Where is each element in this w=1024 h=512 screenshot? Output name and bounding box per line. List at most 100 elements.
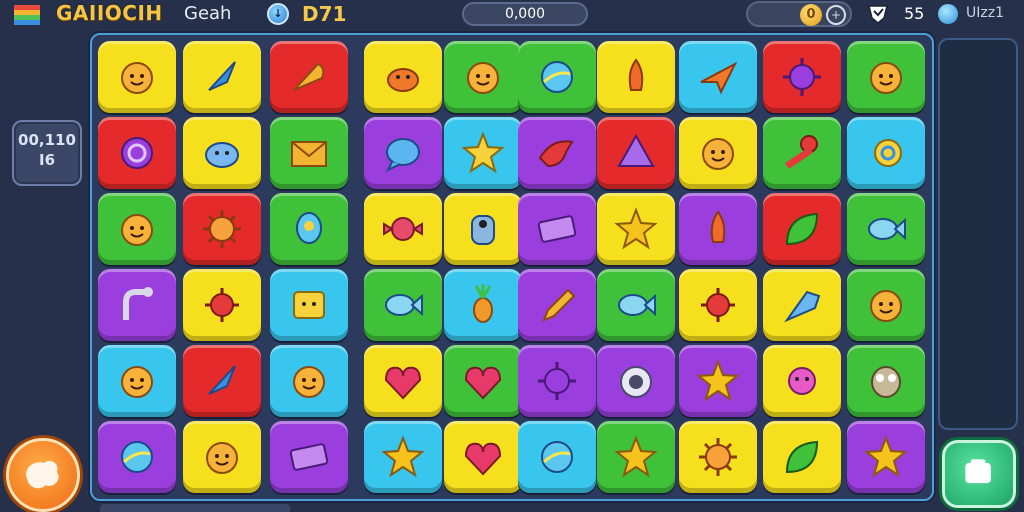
game-tile[interactable] [679, 345, 757, 417]
game-tile[interactable] [597, 269, 675, 341]
game-tile[interactable] [763, 193, 841, 265]
game-tile[interactable] [847, 41, 925, 113]
game-tile[interactable] [444, 117, 522, 189]
game-tile[interactable] [763, 269, 841, 341]
chat-bubble-icon [385, 138, 420, 173]
smiley-face-icon [702, 138, 734, 170]
game-tile[interactable] [763, 41, 841, 113]
game-tile[interactable] [364, 421, 442, 493]
top-hud: GAIIOCIH Geah ↓ D71 0,000 0 + 55 UIzz1 [0, 0, 1024, 30]
game-tile[interactable] [183, 345, 261, 417]
bird-icon [538, 140, 574, 168]
heart-icon [384, 366, 422, 400]
pencil-icon [542, 288, 576, 322]
game-tile[interactable] [364, 269, 442, 341]
game-tile[interactable] [98, 41, 176, 113]
stats-line-1: 00,110 [18, 131, 76, 149]
game-tile[interactable] [597, 345, 675, 417]
shell-icon [293, 62, 325, 91]
spiky-ball-icon [701, 288, 735, 322]
coin-icon: 0 [800, 4, 822, 26]
game-tile[interactable] [597, 421, 675, 493]
game-tile[interactable] [98, 193, 176, 265]
paper-plane-icon [700, 61, 738, 95]
game-tile[interactable] [364, 193, 442, 265]
paint-button[interactable] [6, 438, 80, 512]
game-tile[interactable] [847, 421, 925, 493]
game-tile[interactable] [270, 421, 348, 493]
level-value: D71 [302, 2, 347, 26]
game-tile[interactable] [679, 421, 757, 493]
coin-counter: 0 + [746, 1, 852, 27]
game-tile[interactable] [679, 41, 757, 113]
level-icon[interactable]: ↓ [267, 3, 289, 25]
game-tile[interactable] [444, 41, 522, 113]
game-tile[interactable] [444, 421, 522, 493]
game-tile[interactable] [98, 345, 176, 417]
shield-icon[interactable] [866, 3, 890, 25]
game-tile[interactable] [98, 117, 176, 189]
bottom-bar [100, 504, 290, 512]
game-tile[interactable] [364, 41, 442, 113]
game-tile[interactable] [183, 193, 261, 265]
ticket-icon [289, 443, 329, 471]
game-tile[interactable] [518, 193, 596, 265]
game-tile[interactable] [183, 421, 261, 493]
game-tile[interactable] [364, 117, 442, 189]
pineapple-icon [473, 284, 493, 323]
rocket-icon [628, 58, 644, 91]
game-tile[interactable] [518, 41, 596, 113]
game-tile[interactable] [847, 117, 925, 189]
sun-icon [203, 210, 241, 248]
monster-icon [788, 367, 816, 395]
game-tile[interactable] [364, 345, 442, 417]
game-tile[interactable] [518, 421, 596, 493]
game-tile[interactable] [679, 193, 757, 265]
game-tile[interactable] [518, 117, 596, 189]
game-tile[interactable] [518, 345, 596, 417]
add-coins-button[interactable]: + [826, 5, 846, 25]
fish-icon [618, 293, 656, 317]
game-tile[interactable] [98, 421, 176, 493]
game-tile[interactable] [270, 41, 348, 113]
game-tile[interactable] [444, 193, 522, 265]
game-tile[interactable] [679, 269, 757, 341]
game-tile[interactable] [444, 345, 522, 417]
game-tile[interactable] [270, 345, 348, 417]
game-tile[interactable] [847, 193, 925, 265]
star-icon [614, 435, 658, 478]
game-tile[interactable] [763, 117, 841, 189]
heart-icon [464, 442, 502, 476]
blue-gem-icon [938, 4, 958, 24]
game-tile[interactable] [518, 269, 596, 341]
heart-icon [464, 366, 502, 400]
game-tile[interactable] [444, 269, 522, 341]
game-tile[interactable] [270, 193, 348, 265]
cherry-icon [785, 135, 818, 169]
stats-line-2: I6 [38, 151, 56, 169]
game-tile[interactable] [183, 41, 261, 113]
face-icon [206, 442, 238, 474]
game-title: GAIIOCIH [56, 1, 163, 25]
eye-icon [620, 366, 652, 398]
star-icon [614, 207, 658, 250]
virus-icon [538, 362, 576, 400]
game-tile[interactable] [763, 421, 841, 493]
smiley-face-icon [121, 366, 153, 398]
game-tile[interactable] [597, 117, 675, 189]
game-tile[interactable] [270, 117, 348, 189]
play-button[interactable] [942, 440, 1016, 508]
game-tile[interactable] [847, 269, 925, 341]
game-tile[interactable] [98, 269, 176, 341]
crab-icon [387, 68, 419, 92]
game-tile[interactable] [597, 41, 675, 113]
game-tile[interactable] [183, 269, 261, 341]
game-tile[interactable] [847, 345, 925, 417]
game-tile[interactable] [183, 117, 261, 189]
game-tile[interactable] [679, 117, 757, 189]
fish-icon [385, 293, 423, 317]
game-tile[interactable] [763, 345, 841, 417]
game-tile[interactable] [270, 269, 348, 341]
smiley-face-icon [870, 290, 902, 322]
game-tile[interactable] [597, 193, 675, 265]
